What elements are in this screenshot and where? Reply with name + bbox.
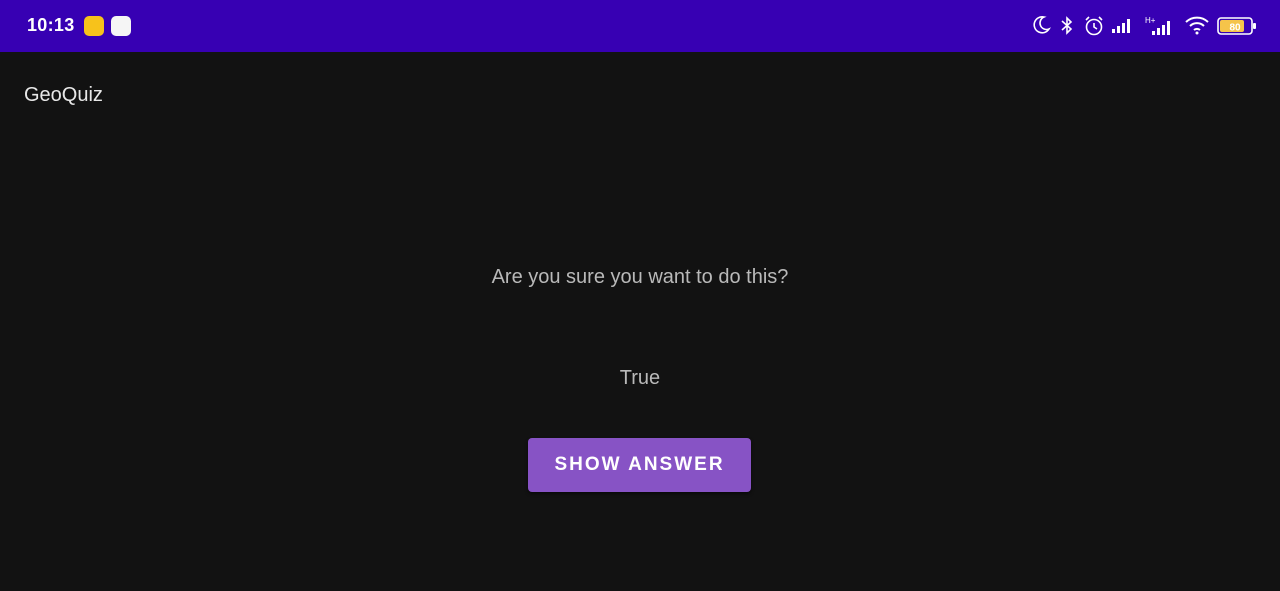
status-bar: 10:13 H+ 80 [0,0,1280,52]
battery-icon: 80 [1217,17,1256,35]
battery-level: 80 [1229,23,1241,34]
app-notification-icon [84,16,104,36]
show-answer-button[interactable]: Show Answer [528,438,751,492]
moon-icon [1033,16,1051,34]
signal-icon [1112,19,1130,33]
alarm-icon [1085,16,1103,36]
question-text: Are you sure you want to do this? [491,266,789,288]
wifi-icon [1185,16,1209,35]
app-title: GeoQuiz [24,84,103,106]
bluetooth-icon [1061,16,1073,35]
svg-text:H+: H+ [1145,16,1156,25]
qr-notification-icon [111,16,131,36]
answer-text: True [619,367,661,389]
app-bar: GeoQuiz [0,52,1280,140]
signal-hd-icon: H+ [1145,16,1170,35]
status-time: 10:13 [27,15,75,35]
